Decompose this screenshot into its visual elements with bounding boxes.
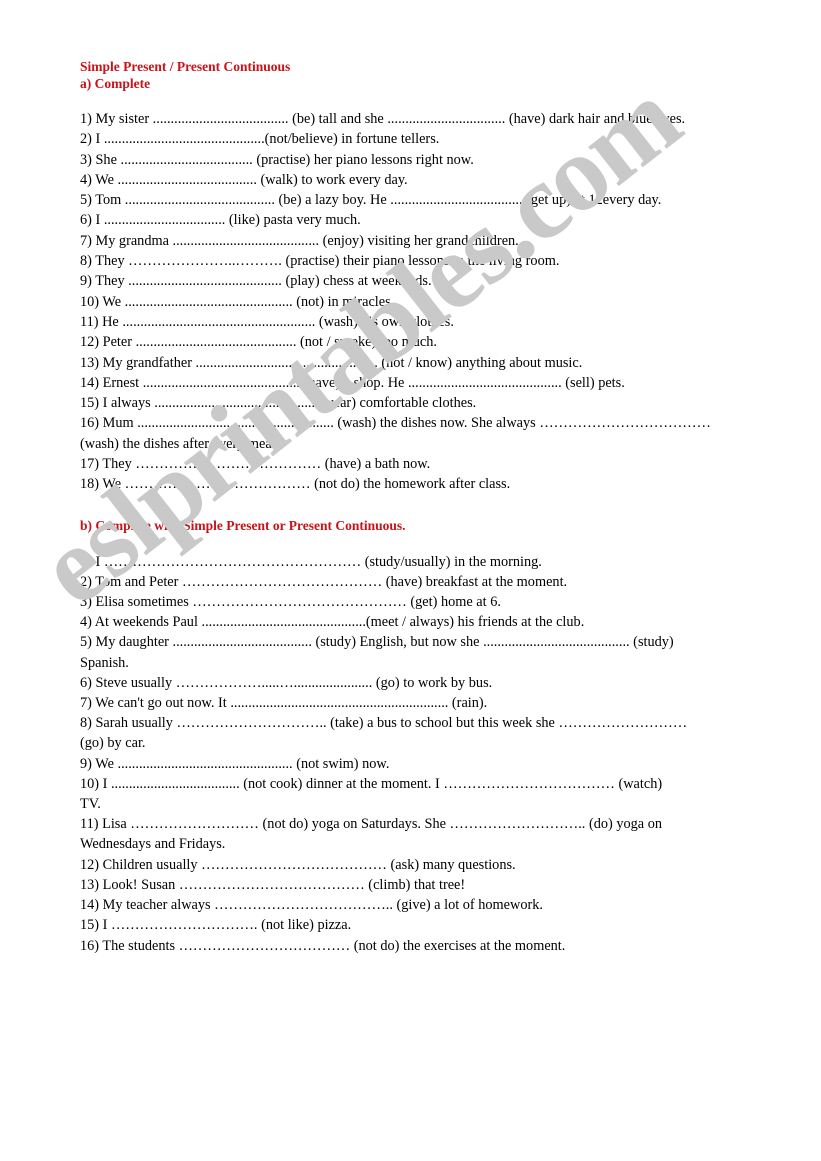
section-b: b) Complete with Simple Present or Prese… — [80, 517, 742, 956]
list-item-continuation: (wash) the dishes after every meal. — [80, 435, 280, 452]
section-a: Simple Present / Present Continuous a) C… — [80, 58, 742, 495]
list-item: 16) The students ……………………………… (not do) t… — [80, 937, 566, 954]
section-a-instruction: a) Complete — [80, 76, 151, 91]
list-item: 11) Lisa ……………………… (not do) yoga on Satu… — [80, 816, 663, 833]
list-item: 14) Ernest .............................… — [80, 374, 625, 391]
list-item: 11) He .................................… — [80, 313, 454, 330]
list-item: 15) I always ...........................… — [80, 395, 477, 412]
list-item-continuation: (go) by car. — [80, 735, 146, 752]
list-item: 10) We .................................… — [80, 293, 395, 310]
list-item: 12) Peter ..............................… — [80, 334, 437, 351]
section-b-items: 1) I ……………………………………………… (study/usually) … — [80, 552, 742, 956]
list-item: 6) Steve usually ……………….....…...........… — [80, 674, 493, 691]
section-b-instruction: b) Complete with Simple Present or Prese… — [80, 517, 406, 533]
section-divider-space — [80, 495, 742, 517]
list-item: 8) Sarah usually ………………………….. (take) a b… — [80, 715, 688, 732]
worksheet-page: eslprintables.com Simple Present / Prese… — [0, 0, 821, 1161]
list-item: 17) They ………………………………… (have) a bath now… — [80, 456, 431, 473]
section-a-items: 1) My sister ...........................… — [80, 109, 742, 495]
list-item: 1) I ……………………………………………… (study/usually) … — [80, 553, 542, 570]
list-item: 1) My sister ...........................… — [80, 111, 686, 127]
list-item: 16) Mum ................................… — [80, 415, 711, 432]
list-item: 8) They …………………..………. (practise) their p… — [80, 253, 560, 270]
list-item-continuation: TV. — [80, 796, 101, 813]
list-item: 4) We ..................................… — [80, 171, 408, 188]
list-item: 2) I ...................................… — [80, 131, 440, 148]
list-item: 2) Tom and Peter …………………………………… (have) b… — [80, 573, 568, 590]
list-item: 3) She .................................… — [80, 151, 474, 168]
list-item: 7) My grandma ..........................… — [80, 232, 519, 249]
list-item: 5) My daughter .........................… — [80, 634, 674, 651]
list-item: 14) My teacher always ……………………………….. (gi… — [80, 897, 543, 914]
list-item: 10) I ..................................… — [80, 775, 663, 792]
section-a-title: Simple Present / Present Continuous — [80, 59, 291, 74]
list-item: 3) Elisa sometimes ……………………………………… (get)… — [80, 594, 501, 611]
list-item: 13) Look! Susan ………………………………… (climb) th… — [80, 876, 466, 893]
list-item: 13) My grandfather .....................… — [80, 354, 583, 371]
list-item: 9) We ..................................… — [80, 755, 390, 772]
list-item: 4) At weekends Paul ....................… — [80, 614, 585, 631]
worksheet-content: Simple Present / Present Continuous a) C… — [80, 58, 742, 956]
list-item: 6) I .................................. … — [80, 212, 361, 229]
list-item-continuation: Wednesdays and Fridays. — [80, 836, 226, 853]
list-item: 9) They ................................… — [80, 273, 432, 290]
list-item: 5) Tom .................................… — [80, 192, 662, 209]
list-item: 12) Children usually ………………………………… (ask)… — [80, 856, 516, 873]
list-item: 7) We can't go out now. It .............… — [80, 695, 488, 712]
list-item: 18) We ………………………………… (not do) the homewo… — [80, 476, 511, 493]
list-item: 15) I …………………………. (not like) pizza. — [80, 917, 352, 934]
list-item-continuation: Spanish. — [80, 654, 129, 671]
